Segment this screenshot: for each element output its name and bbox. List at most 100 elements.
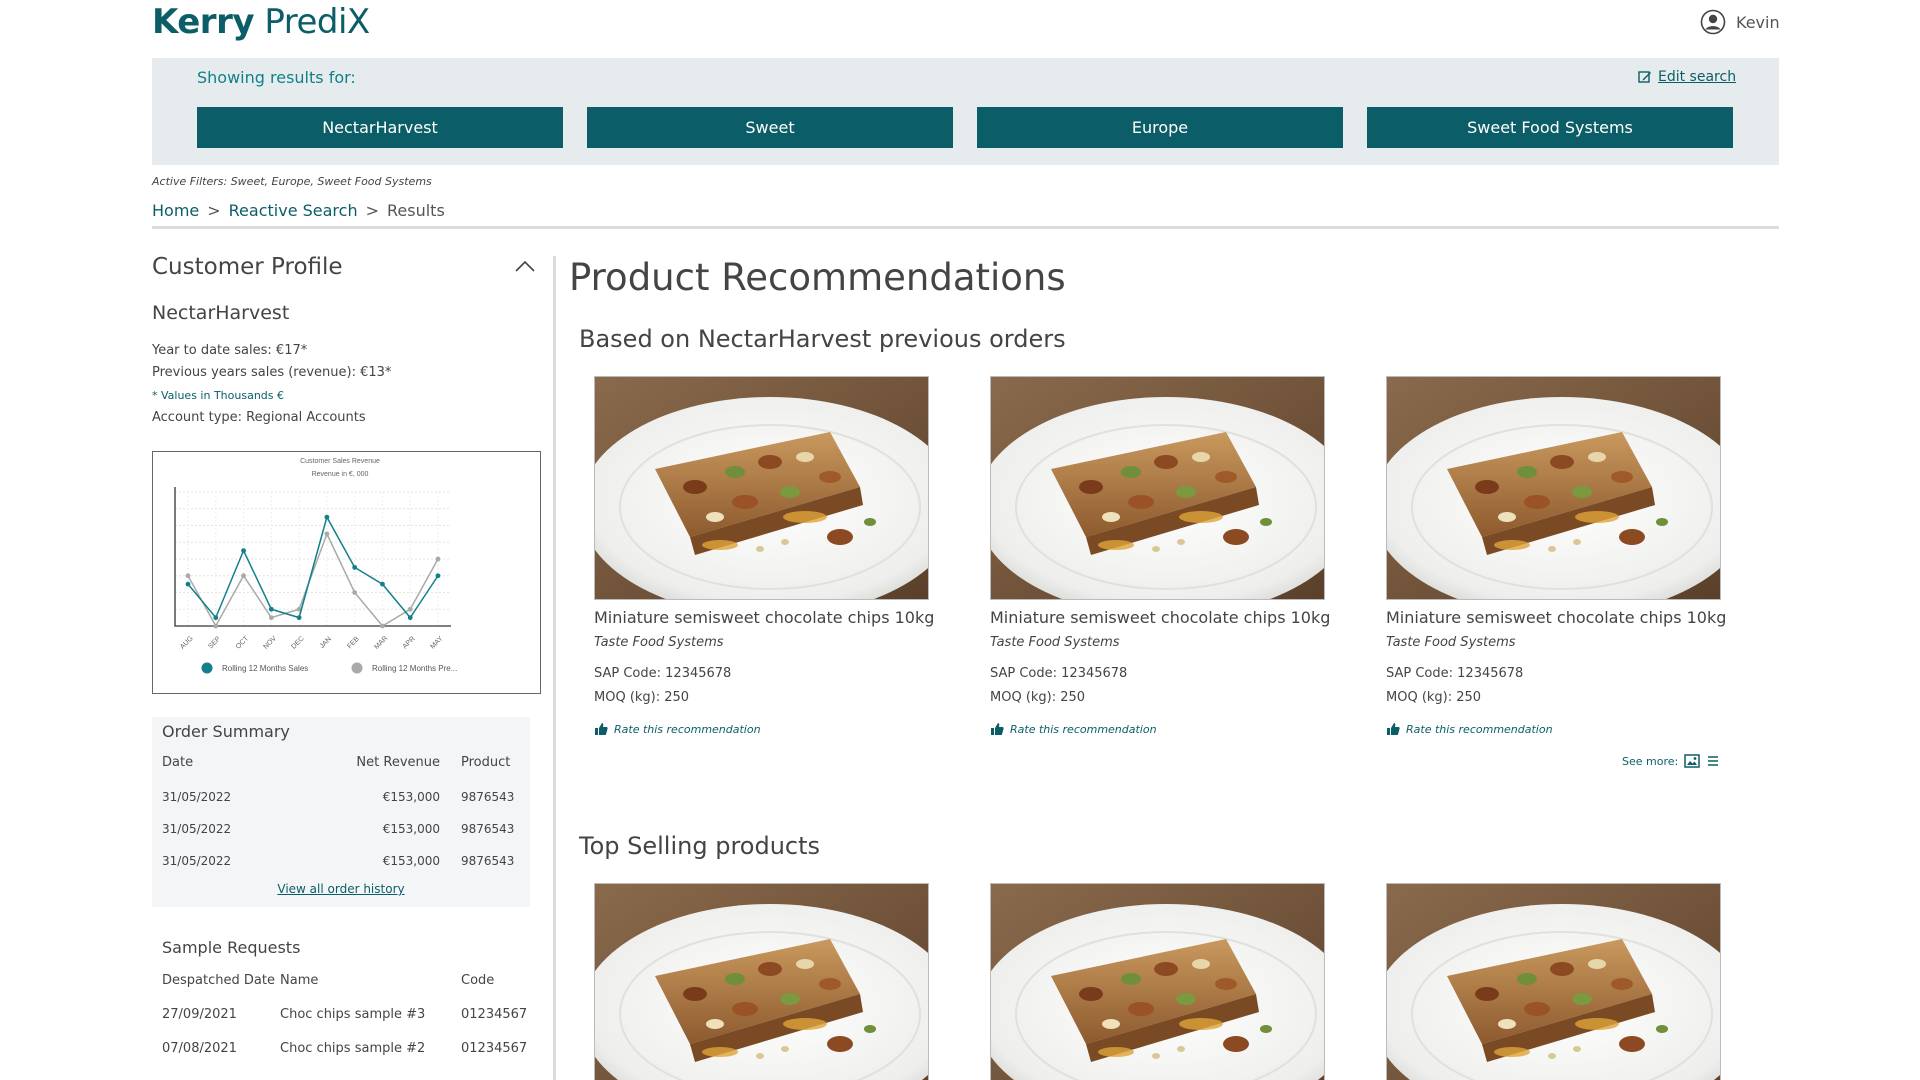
product-supplier-3: Taste Food Systems: [1386, 635, 1516, 650]
chart-lines: [185, 514, 441, 629]
top-product-image-3[interactable]: [1386, 883, 1721, 1080]
sample-header-code: Code: [461, 973, 495, 988]
breadcrumb: Home > Reactive Search > Results: [152, 201, 445, 220]
product-name-2[interactable]: Miniature semisweet chocolate chips 10kg: [990, 608, 1330, 627]
filter-chip-region[interactable]: Europe: [977, 107, 1343, 148]
chart-grid: [174, 487, 451, 627]
user-name: Kevin: [1736, 12, 1780, 32]
sample-row-2-code: 01234567: [461, 1041, 528, 1056]
column-divider: [553, 256, 556, 1080]
ytd-sales-text: Year to date sales: €17*: [152, 343, 308, 358]
rate-recommendation-label: Rate this recommendation: [614, 722, 761, 736]
product-image-3[interactable]: [1386, 376, 1721, 600]
chart-x-tick-label: SEP: [207, 635, 222, 650]
edit-search-label: Edit search: [1658, 69, 1737, 85]
legend-label-previous: Rolling 12 Months Pre...: [372, 664, 457, 673]
customer-profile-title: Customer Profile: [152, 254, 343, 280]
thumbs-up-icon: [595, 723, 608, 735]
legend-marker-sales: [201, 662, 213, 674]
list-view-icon[interactable]: [1706, 754, 1720, 768]
order-row-2-date: 31/05/2022: [162, 822, 232, 836]
chart-x-tick-label: AUG: [179, 635, 195, 651]
chart-point: [241, 548, 246, 554]
order-header-revenue: Net Revenue: [356, 755, 440, 770]
chart-point: [352, 564, 358, 570]
sample-header-date: Despatched Date: [162, 973, 275, 988]
thumbs-up-icon: [1387, 723, 1400, 735]
app-logo[interactable]: Kerry PrediX: [152, 2, 370, 42]
based-on-orders-heading: Based on NectarHarvest previous orders: [579, 325, 1066, 353]
chart-point: [352, 590, 358, 595]
customer-name: NectarHarvest: [152, 302, 290, 324]
order-summary-panel: [152, 717, 530, 907]
thumbs-up-icon: [991, 723, 1004, 735]
filter-chip-segment[interactable]: Sweet Food Systems: [1367, 107, 1733, 148]
chart-subtitle: Revenue in €, 000: [312, 471, 369, 478]
legend-marker-previous: [351, 662, 363, 674]
user-menu[interactable]: Kevin: [1700, 9, 1780, 35]
sample-row-1-name: Choc chips sample #3: [280, 1007, 426, 1022]
chart-point: [268, 615, 274, 621]
edit-search-link[interactable]: Edit search: [1638, 69, 1736, 85]
chart-svg: Customer Sales Revenue Revenue in €, 000…: [174, 458, 457, 674]
rate-recommendation-2[interactable]: Rate this recommendation: [990, 722, 1157, 736]
product-supplier-2: Taste Food Systems: [990, 635, 1120, 650]
granola-bar-image: [991, 884, 1324, 1080]
breadcrumb-reactive-search[interactable]: Reactive Search: [229, 201, 358, 220]
grid-view-icon[interactable]: [1684, 754, 1700, 768]
customer-sales-chart: Customer Sales Revenue Revenue in €, 000…: [152, 451, 541, 694]
product-sap-2: SAP Code: 12345678: [990, 666, 1128, 681]
view-all-orders-link[interactable]: View all order history: [152, 882, 530, 896]
sample-requests-title: Sample Requests: [162, 938, 301, 957]
rate-recommendation-label: Rate this recommendation: [1010, 722, 1157, 736]
top-product-image-2[interactable]: [990, 883, 1325, 1080]
chart-x-tick-label: NOV: [262, 635, 278, 651]
filter-chip-customer[interactable]: NectarHarvest: [197, 107, 563, 148]
product-name-1[interactable]: Miniature semisweet chocolate chips 10kg: [594, 608, 934, 627]
product-image-1[interactable]: [594, 376, 929, 600]
sample-row-2-date: 07/08/2021: [162, 1041, 237, 1056]
chart-point: [380, 623, 385, 629]
chart-point: [380, 581, 385, 587]
product-moq-1: MOQ (kg): 250: [594, 690, 690, 705]
chart-point: [435, 556, 441, 562]
chart-point: [435, 573, 441, 579]
order-row-1-date: 31/05/2022: [162, 790, 232, 804]
sample-row-2-name: Choc chips sample #2: [280, 1041, 426, 1056]
chevron-up-icon: [515, 260, 535, 272]
legend-label-sales: Rolling 12 Months Sales: [222, 664, 308, 673]
top-product-image-1[interactable]: [594, 883, 929, 1080]
rate-recommendation-1[interactable]: Rate this recommendation: [594, 722, 761, 736]
see-more-label: See more:: [1622, 754, 1679, 768]
product-sap-3: SAP Code: 12345678: [1386, 666, 1524, 681]
granola-bar-image: [1387, 377, 1720, 599]
chart-x-labels: AUG SEP OCT NOV DEC JAN FEB MAR APR MAY: [179, 635, 445, 651]
product-image-2[interactable]: [990, 376, 1325, 600]
product-moq-3: MOQ (kg): 250: [1386, 690, 1482, 705]
chart-x-tick-label: APR: [402, 635, 417, 650]
breadcrumb-separator: >: [365, 201, 379, 220]
chart-x-tick-label: MAR: [373, 635, 389, 651]
order-row-2-revenue: €153,000: [382, 822, 440, 836]
breadcrumb-current: Results: [387, 201, 445, 220]
chart-point: [213, 615, 219, 621]
values-note: * Values in Thousands €: [152, 389, 284, 402]
chart-series-line-1: [187, 515, 439, 620]
chart-x-tick-label: MAY: [429, 635, 445, 651]
chart-x-tick-label: FEB: [346, 635, 361, 650]
breadcrumb-home[interactable]: Home: [152, 201, 199, 220]
product-name-3[interactable]: Miniature semisweet chocolate chips 10kg: [1386, 608, 1726, 627]
filter-chip-category[interactable]: Sweet: [587, 107, 953, 148]
rate-recommendation-3[interactable]: Rate this recommendation: [1386, 722, 1553, 736]
order-header-date: Date: [162, 755, 194, 770]
granola-bar-image: [595, 884, 928, 1080]
order-header-product: Product: [461, 755, 511, 770]
order-summary-title: Order Summary: [162, 722, 290, 741]
order-row-3-date: 31/05/2022: [162, 854, 232, 868]
order-row-1-product: 9876543: [461, 790, 515, 804]
chart-point: [185, 581, 191, 587]
user-avatar-icon: [1700, 9, 1726, 35]
sample-header-name: Name: [280, 973, 319, 988]
collapse-panel-button[interactable]: [514, 258, 536, 277]
granola-bar-image: [1387, 884, 1720, 1080]
